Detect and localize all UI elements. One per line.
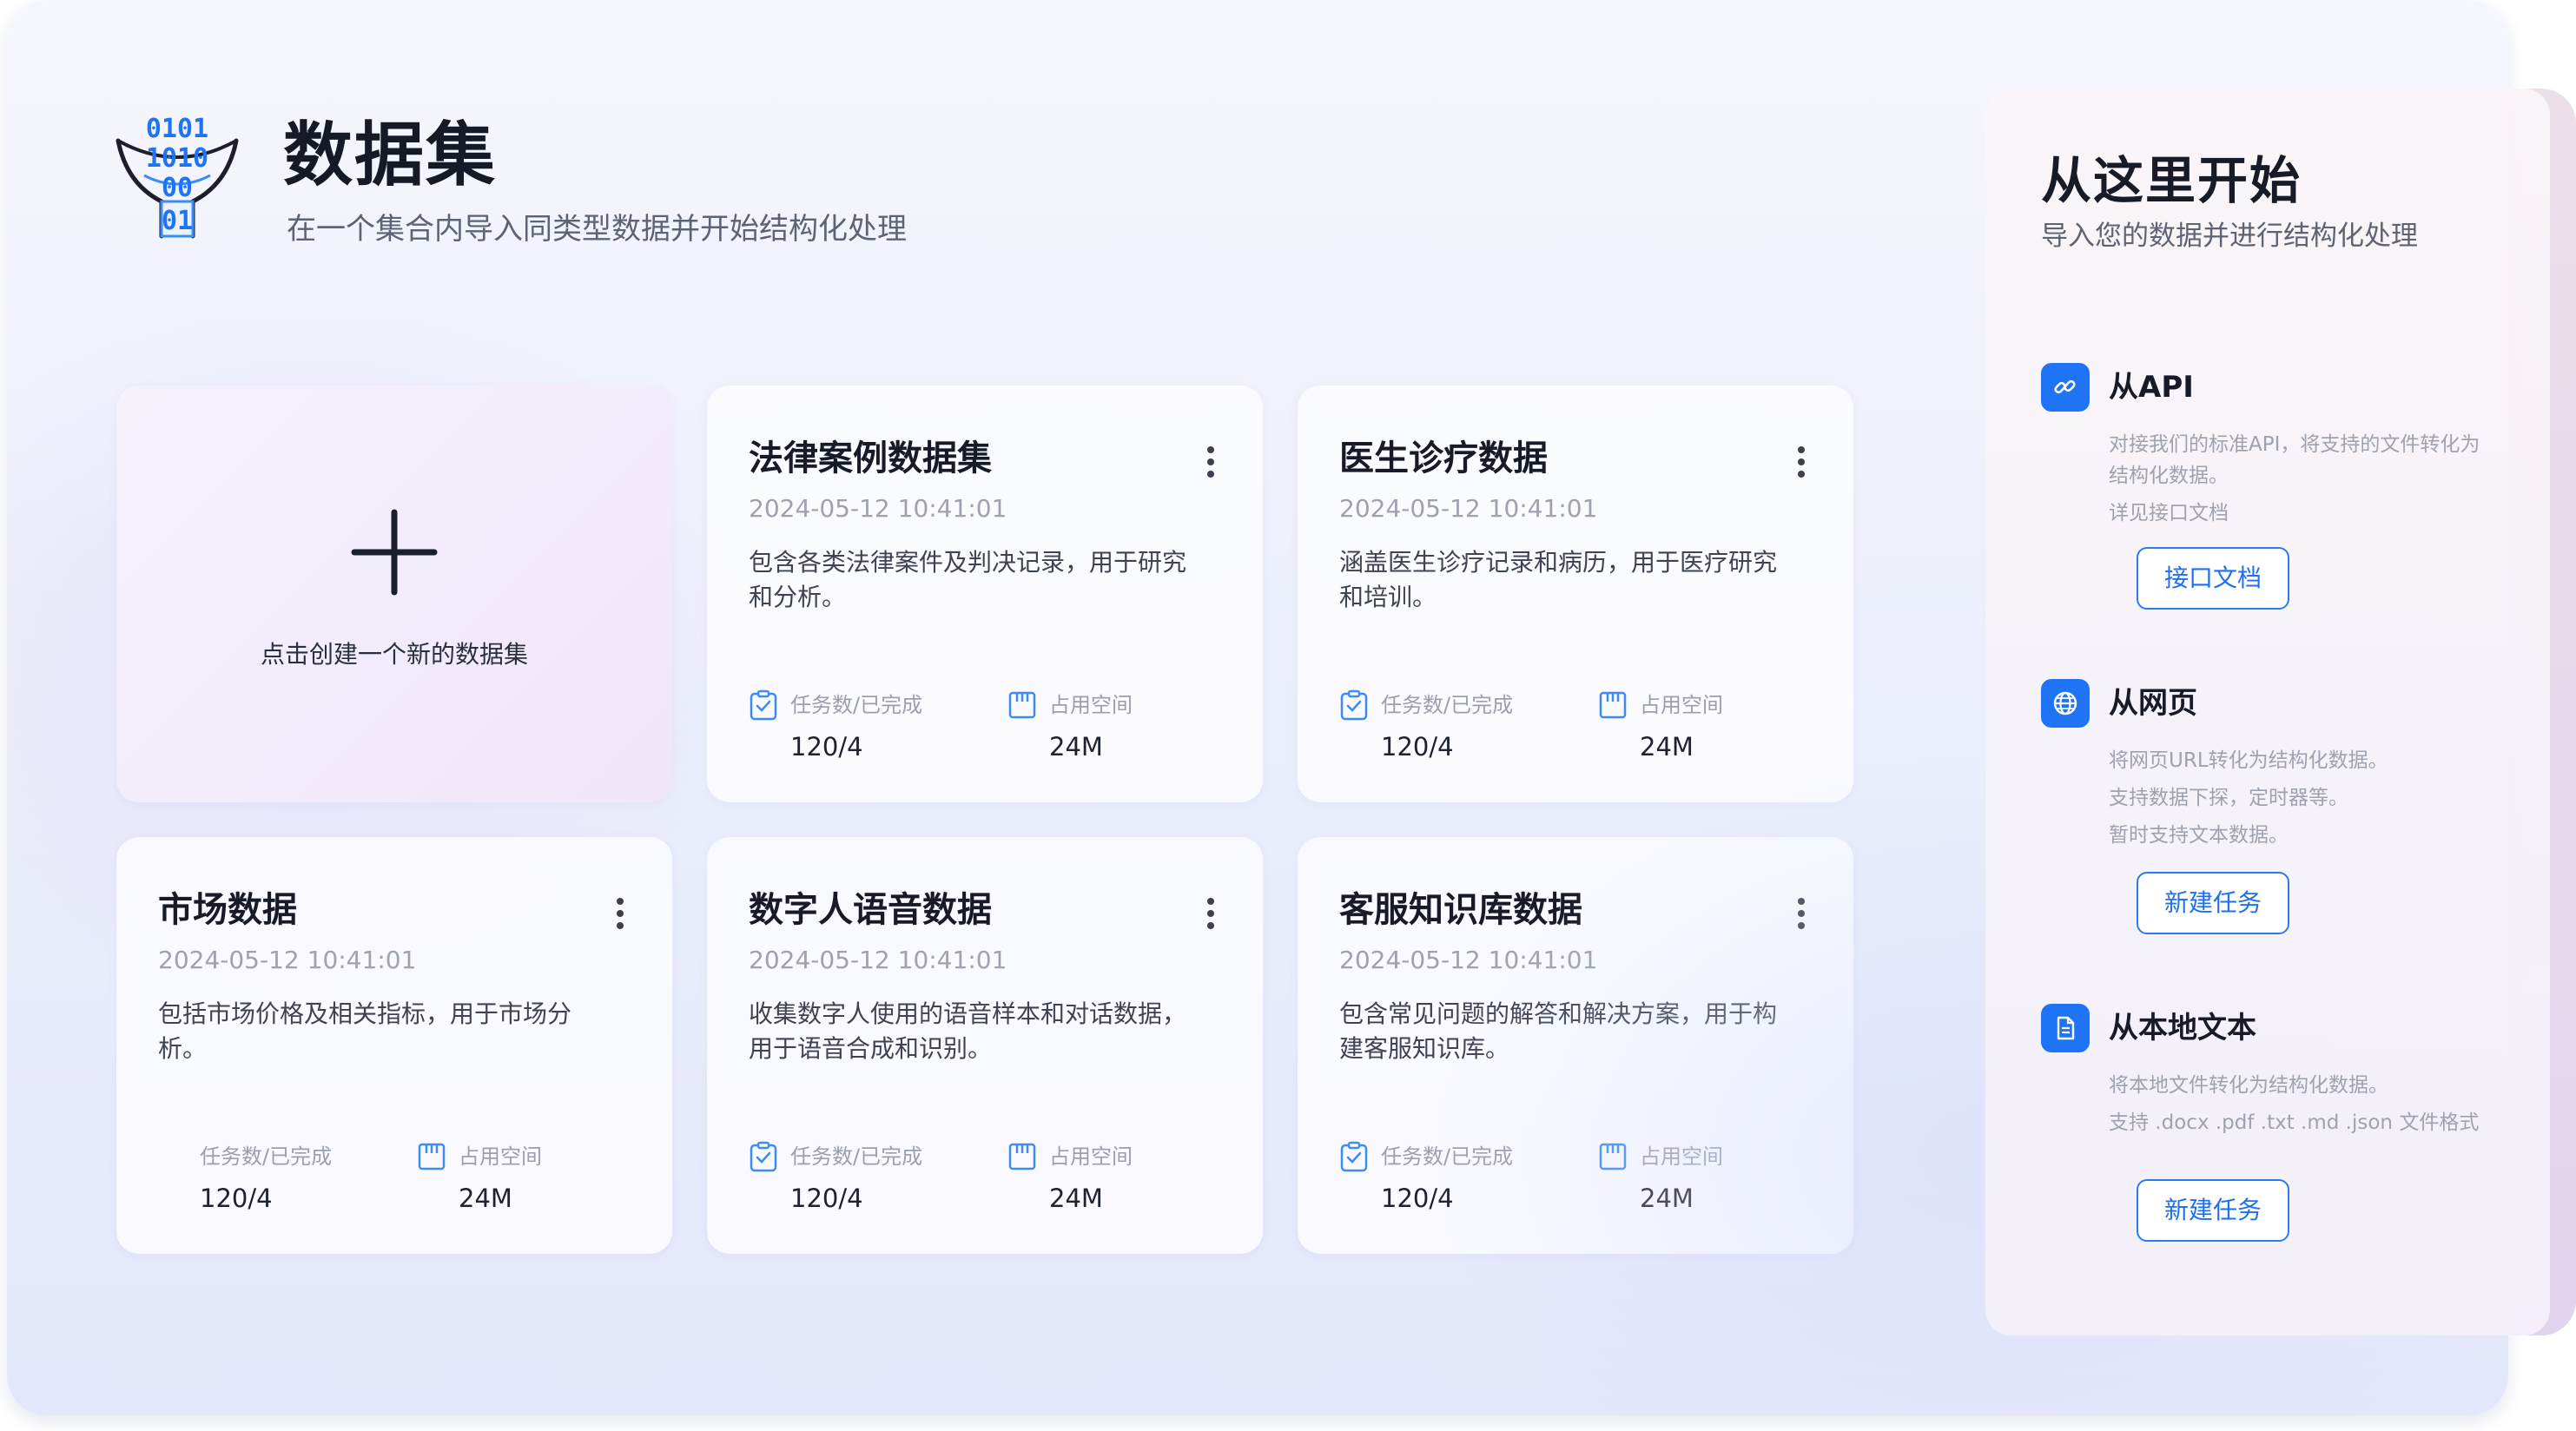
dataset-card[interactable]: 医生诊疗数据 2024-05-12 10:41:01 涵盖医生诊疗记录和病历，用… [1298,386,1853,802]
dataset-title: 市场数据 [158,890,297,930]
task-stat-label: 任务数/已完成 [1381,693,1514,717]
local-file-description: 将本地文件转化为结构化数据。 支持 .docx .pdf .txt .md .j… [2109,1070,2526,1144]
dataset-description: 收集数字人使用的语音样本和对话数据，用于语音合成和识别。 [749,999,1187,1063]
start-panel: 从这里开始 导入您的数据并进行结构化处理 从API 对接我们的标准API，将支持… [1985,89,2550,1335]
web-new-task-button[interactable]: 新建任务 [2137,872,2289,934]
link-icon [2041,363,2090,412]
more-options-icon[interactable] [1791,896,1812,931]
dataset-date: 2024-05-12 10:41:01 [749,946,1007,974]
space-stat-value: 24M [1640,732,1694,762]
storage-icon [418,1143,446,1171]
api-heading: 从API [2109,370,2194,405]
dataset-date: 2024-05-12 10:41:01 [1339,494,1598,523]
api-docs-button[interactable]: 接口文档 [2137,547,2289,610]
api-description: 对接我们的标准API，将支持的文件转化为 结构化数据。 详见接口文档 [2109,429,2526,535]
dataset-description: 涵盖医生诊疗记录和病历，用于医疗研究和培训。 [1339,548,1778,611]
dataset-date: 2024-05-12 10:41:01 [1339,946,1598,974]
more-options-icon[interactable] [610,896,631,931]
dataset-title: 客服知识库数据 [1339,890,1582,930]
api-line: 对接我们的标准API，将支持的文件转化为 [2109,433,2480,456]
task-stat-label: 任务数/已完成 [790,1144,923,1169]
task-stat-value: 120/4 [1381,1184,1454,1213]
web-heading: 从网页 [2109,686,2197,721]
svg-text:01: 01 [162,206,193,236]
dataset-date: 2024-05-12 10:41:01 [749,494,1007,523]
local-file-line: 将本地文件转化为结构化数据。 [2109,1074,2388,1097]
task-stat-value: 120/4 [1381,732,1454,762]
clipboard-check-icon [1340,689,1368,721]
start-panel-title: 从这里开始 [2041,151,2302,210]
dataset-card[interactable]: 法律案例数据集 2024-05-12 10:41:01 包含各类法律案件及判决记… [707,386,1263,802]
storage-icon [1008,1143,1036,1171]
clipboard-check-icon [750,689,777,721]
local-file-heading: 从本地文本 [2109,1011,2256,1045]
svg-text:1010: 1010 [146,143,208,174]
space-stat-value: 24M [1049,1184,1103,1213]
dataset-description: 包含常见问题的解答和解决方案，用于构建客服知识库。 [1339,999,1778,1063]
space-stat-label: 占用空间 [1640,693,1723,717]
space-stat-value: 24M [1049,732,1103,762]
space-stat-value: 24M [459,1184,512,1213]
space-stat-label: 占用空间 [459,1144,542,1169]
more-options-icon[interactable] [1200,445,1221,479]
space-stat-label: 占用空间 [1640,1144,1723,1169]
clipboard-check-icon [750,1141,777,1172]
task-stat-value: 120/4 [790,732,863,762]
dataset-card[interactable]: 市场数据 2024-05-12 10:41:01 包括市场价格及相关指标，用于市… [116,837,672,1254]
clipboard-check-icon [1340,1141,1368,1172]
more-options-icon[interactable] [1200,896,1221,931]
api-line: 结构化数据。 [2109,465,2229,487]
task-stat-label: 任务数/已完成 [790,693,923,717]
dataset-card[interactable]: 客服知识库数据 2024-05-12 10:41:01 包含常见问题的解答和解决… [1298,837,1853,1254]
local-file-line: 支持 .docx .pdf .txt .md .json 文件格式 [2109,1111,2480,1134]
task-stat-value: 120/4 [790,1184,863,1213]
space-stat-value: 24M [1640,1184,1694,1213]
globe-icon [2041,679,2090,728]
dataset-description: 包含各类法律案件及判决记录，用于研究和分析。 [749,548,1187,611]
dataset-card[interactable]: 数字人语音数据 2024-05-12 10:41:01 收集数字人使用的语音样本… [707,837,1263,1254]
task-stat-label: 任务数/已完成 [200,1144,333,1169]
more-options-icon[interactable] [1791,445,1812,479]
document-icon [2041,1004,2090,1052]
start-panel-subtitle: 导入您的数据并进行结构化处理 [2041,221,2418,252]
svg-text:00: 00 [162,173,193,203]
dataset-title: 数字人语音数据 [749,890,992,930]
create-dataset-card[interactable]: 点击创建一个新的数据集 [116,386,672,802]
svg-text:0101: 0101 [146,114,208,144]
storage-icon [1599,1143,1627,1171]
create-dataset-label: 点击创建一个新的数据集 [260,640,528,669]
web-line: 支持数据下探，定时器等。 [2109,787,2348,809]
dataset-description: 包括市场价格及相关指标，用于市场分析。 [158,999,572,1063]
task-stat-label: 任务数/已完成 [1381,1144,1514,1169]
task-stat-value: 120/4 [200,1184,273,1213]
dataset-title: 法律案例数据集 [749,439,992,478]
space-stat-label: 占用空间 [1049,693,1133,717]
web-description: 将网页URL转化为结构化数据。 支持数据下探，定时器等。 暂时支持文本数据。 [2109,745,2526,857]
page-subtitle: 在一个集合内导入同类型数据并开始结构化处理 [287,212,907,247]
binary-funnel-icon: 0101 1010 00 01 [116,114,239,239]
dataset-title: 医生诊疗数据 [1339,439,1548,478]
page-title: 数据集 [283,115,497,195]
plus-icon [351,509,438,596]
api-docs-link[interactable]: 详见接口文档 [2109,498,2526,529]
storage-icon [1599,691,1627,719]
web-line: 将网页URL转化为结构化数据。 [2109,749,2388,772]
web-line: 暂时支持文本数据。 [2109,824,2289,847]
storage-icon [1008,691,1036,719]
dataset-date: 2024-05-12 10:41:01 [158,946,417,974]
space-stat-label: 占用空间 [1049,1144,1133,1169]
local-file-new-task-button[interactable]: 新建任务 [2137,1179,2289,1242]
